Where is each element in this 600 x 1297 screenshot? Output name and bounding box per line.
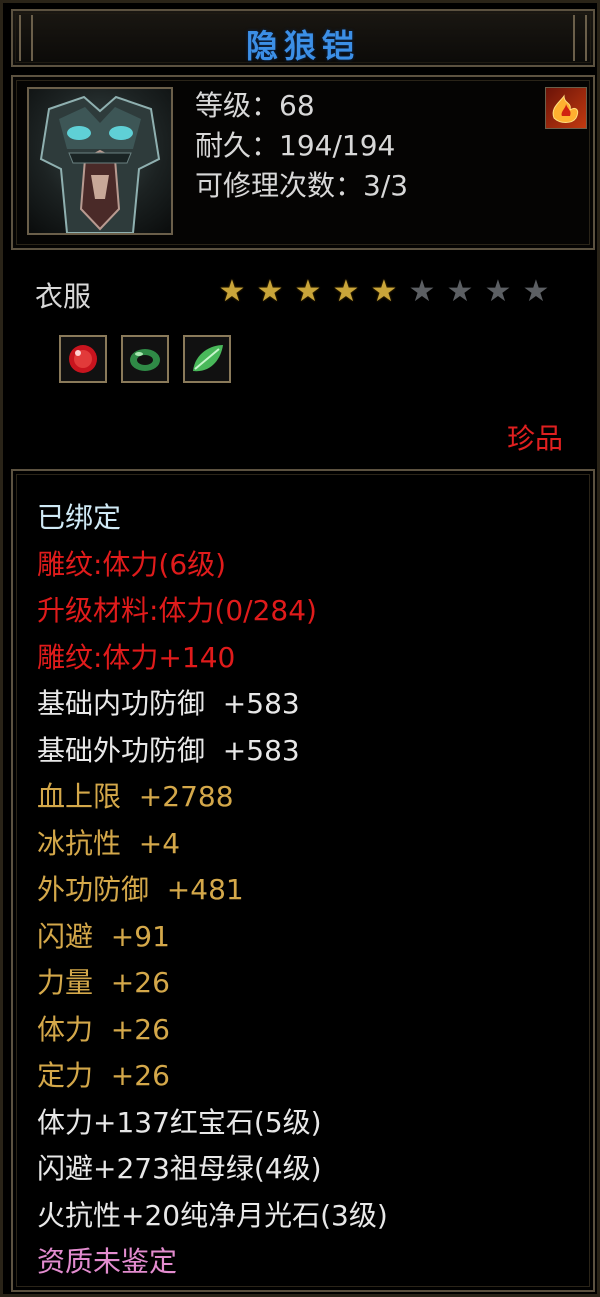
attribute-line: 基础外功防御 +583 (37, 733, 300, 767)
attribute-line: 冰抗性 +4 (37, 826, 181, 860)
item-name: 隐狼铠 (245, 27, 360, 65)
attribute-line: 定力 +26 (37, 1059, 170, 1092)
star-filled-icon: ★ (256, 274, 284, 309)
attribute-line: 已绑定 (37, 501, 122, 534)
star-empty-icon: ★ (408, 274, 436, 309)
star-rating: ★ ★ ★ ★ ★ ★ ★ ★ ★ (215, 277, 553, 307)
jade-leaf-icon[interactable] (183, 335, 231, 383)
star-empty-icon: ★ (446, 274, 474, 309)
armor-portrait-icon (27, 87, 173, 235)
star-filled-icon: ★ (370, 274, 398, 309)
item-repair-count: 可修理次数：3/3 (195, 169, 409, 202)
item-durability: 耐久：194/194 (195, 129, 396, 162)
attribute-line: 基础内功防御 +583 (37, 687, 300, 720)
gem-sockets (59, 335, 231, 383)
jade-ring-icon[interactable] (121, 335, 169, 383)
item-rarity: 珍品 (506, 422, 563, 455)
star-empty-icon: ★ (484, 274, 512, 309)
attribute-line: 体力 +26 (37, 1012, 170, 1046)
attribute-list: 已绑定雕纹:体力(6级) 升级材料:体力(0/284) 雕纹:体力+140 基础内功防… (11, 469, 595, 1292)
item-type: 衣服 (35, 280, 92, 313)
attribute-line: 力量 +26 (37, 966, 170, 999)
star-filled-icon: ★ (218, 274, 246, 309)
title-bar: 隐狼铠 (11, 9, 595, 67)
star-filled-icon: ★ (332, 274, 360, 309)
attribute-line: 雕纹:体力+140 (37, 640, 236, 674)
attribute-line: 血上限 +2788 (37, 780, 234, 813)
attribute-line: 资质未鉴定 (37, 1245, 178, 1278)
attribute-line: 雕纹:体力(6级) (37, 547, 227, 581)
attribute-line: 闪避+273祖母绿(4级) (37, 1152, 322, 1185)
attribute-line: 外功防御 +481 (37, 873, 244, 906)
fire-element-icon (545, 87, 587, 129)
star-empty-icon: ★ (522, 274, 550, 309)
item-level: 等级：68 (195, 89, 315, 122)
item-header: 等级：68 耐久：194/194 可修理次数：3/3 (11, 75, 595, 250)
attribute-line: 升级材料:体力(0/284) (37, 594, 317, 627)
ruby-gem-icon[interactable] (59, 335, 107, 383)
item-tooltip: 隐狼铠 等级：68 耐久：194/194 可修理次数：3/3 衣服 ★ ★ ★ ★ ★ ★… (0, 0, 600, 1297)
star-filled-icon: ★ (294, 274, 322, 309)
attribute-line: 体力+137红宝石(5级) (37, 1105, 322, 1139)
attribute-line: 火抗性+20纯净月光石(3级) (37, 1198, 388, 1232)
attribute-line: 闪避 +91 (37, 919, 170, 953)
